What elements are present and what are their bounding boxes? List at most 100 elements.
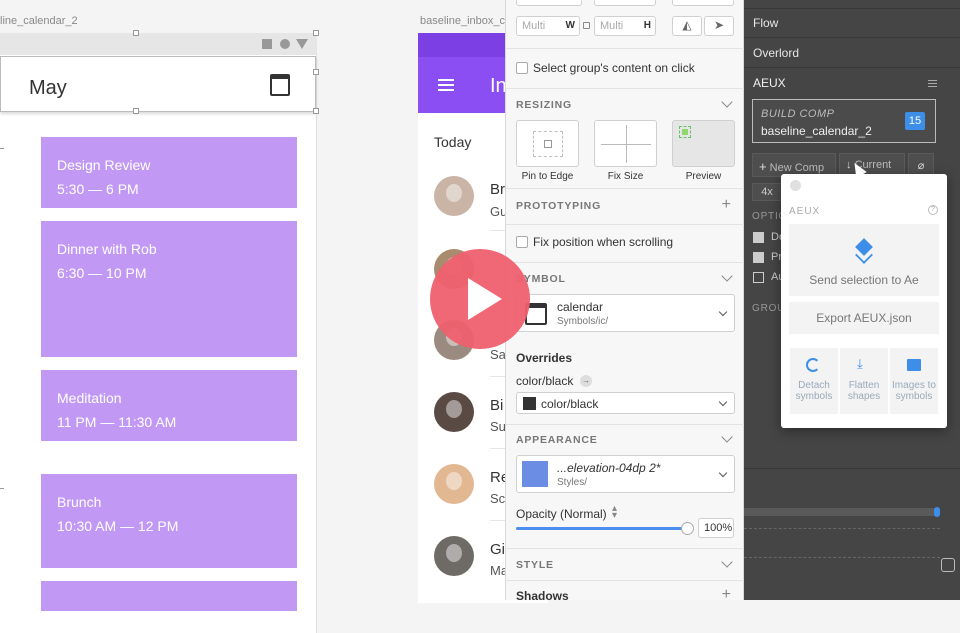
event-card[interactable]: Dinner with Rob 6:30 — 10 PM: [41, 221, 297, 357]
field-partial[interactable]: [516, 0, 582, 6]
send-to-ae-button[interactable]: Send selection to Ae: [789, 224, 939, 296]
opacity-slider-knob[interactable]: [681, 522, 694, 535]
export-json-button[interactable]: Export AEUX.json: [789, 302, 939, 334]
flatten-shapes-button[interactable]: ⤓ Flatten shapes: [840, 348, 888, 414]
height-field[interactable]: Multi H: [594, 16, 656, 36]
action-label: Detach symbols: [795, 380, 833, 402]
crosshair-v-icon: [626, 125, 627, 163]
symbol-select[interactable]: calendar Symbols/ic/: [516, 294, 735, 332]
flatten-icon: ⤓: [857, 356, 863, 371]
event-card[interactable]: Meditation 11 PM — 11:30 AM: [41, 370, 297, 441]
calendar-app-bar[interactable]: May: [0, 56, 316, 112]
resize-option-label: Fix Size: [607, 171, 644, 182]
event-title: Design Review: [57, 157, 151, 173]
play-icon: [468, 278, 502, 320]
chevron-down-icon: [718, 468, 728, 478]
style-name: ...elevation-04dp 2*: [557, 461, 661, 475]
action-label: Flatten shapes: [847, 380, 881, 402]
stamp-icon[interactable]: [941, 558, 955, 572]
flip-vertical-button[interactable]: ➤: [704, 16, 734, 36]
selection-handle[interactable]: [313, 108, 319, 114]
height-value: Multi: [600, 20, 624, 32]
build-comp-box[interactable]: BUILD COMP baseline_calendar_2 15: [752, 99, 936, 143]
plugin-row[interactable]: Overlord: [753, 46, 799, 60]
opacity-slider[interactable]: [516, 522, 694, 535]
square-icon[interactable]: [262, 39, 272, 49]
width-field[interactable]: Multi W: [516, 16, 580, 36]
divider: [744, 37, 960, 38]
timeline-marker[interactable]: [934, 507, 940, 517]
divider: [744, 8, 960, 9]
circle-icon[interactable]: [280, 39, 290, 49]
section-title-prototyping: PROTOTYPING: [516, 200, 602, 212]
menu-icon[interactable]: [928, 80, 937, 81]
select-group-checkbox[interactable]: [516, 62, 528, 74]
send-label: Send selection to Ae: [809, 273, 919, 287]
arrow-right-icon[interactable]: →: [580, 375, 592, 387]
preview-option[interactable]: [672, 120, 735, 167]
overrides-title: Overrides: [516, 351, 573, 365]
opacity-label: Opacity (Normal): [516, 507, 607, 521]
fix-size-option[interactable]: [594, 120, 657, 167]
chevron-down-icon[interactable]: [721, 270, 733, 282]
selection-handle[interactable]: [133, 108, 139, 114]
divider: [506, 262, 745, 263]
list-item-sender: Br: [490, 181, 505, 198]
fix-position-checkbox[interactable]: [516, 236, 528, 248]
selection-handle[interactable]: [313, 30, 319, 36]
divider: [506, 88, 745, 89]
style-select[interactable]: ...elevation-04dp 2* Styles/: [516, 455, 735, 493]
stepper-icon[interactable]: ▴ ▾: [612, 504, 617, 521]
selection-handle[interactable]: [133, 30, 139, 36]
override-label: color/black: [516, 374, 574, 388]
divider: [744, 67, 960, 68]
play-button[interactable]: [430, 249, 530, 349]
divider: [506, 424, 745, 425]
lock-icon[interactable]: [583, 22, 590, 29]
image-icon: [907, 359, 921, 371]
event-time: 10:30 AM — 12 PM: [57, 518, 179, 534]
section-title-resizing: RESIZING: [516, 99, 572, 111]
event-card[interactable]: Brunch 10:30 AM — 12 PM: [41, 474, 297, 568]
pin-to-edge-option[interactable]: [516, 120, 579, 167]
plugin-row[interactable]: Flow: [753, 16, 778, 30]
field-partial[interactable]: [594, 0, 656, 6]
event-card[interactable]: Design Review 5:30 — 6 PM: [41, 137, 297, 208]
plus-icon: +: [759, 159, 767, 174]
avatar: [434, 392, 474, 432]
divider: [506, 580, 745, 581]
plus-icon[interactable]: +: [722, 197, 731, 213]
new-comp-label: New Comp: [769, 162, 825, 174]
calendar-icon[interactable]: [270, 74, 290, 96]
symbol-name: calendar: [557, 300, 604, 314]
selection-handle[interactable]: [313, 69, 319, 75]
images-to-symbols-button[interactable]: Images to symbols: [890, 348, 938, 414]
event-card[interactable]: [41, 581, 297, 611]
scale-select[interactable]: 4x: [752, 183, 782, 201]
option-checkbox[interactable]: [753, 252, 764, 263]
chevron-down-icon[interactable]: [721, 556, 733, 568]
detach-symbols-button[interactable]: Detach symbols: [790, 348, 838, 414]
close-dot-icon[interactable]: [790, 180, 801, 191]
paperclip-icon: ⌀: [917, 160, 925, 172]
fix-position-label: Fix position when scrolling: [533, 235, 674, 249]
option-checkbox[interactable]: [753, 272, 764, 283]
field-partial[interactable]: [672, 0, 734, 6]
triangle-down-icon[interactable]: [296, 39, 308, 49]
color-swatch: [523, 397, 536, 410]
chevron-down-icon[interactable]: [721, 431, 733, 443]
export-label: Export AEUX.json: [816, 311, 912, 325]
menu-icon[interactable]: [438, 79, 454, 81]
chevron-down-icon[interactable]: [721, 96, 733, 108]
override-select[interactable]: color/black: [516, 392, 735, 414]
avatar: [434, 176, 474, 216]
help-icon[interactable]: ?: [928, 205, 938, 215]
flip-horizontal-button[interactable]: ◭: [672, 16, 702, 36]
opacity-input[interactable]: 100%: [698, 518, 734, 538]
option-checkbox[interactable]: [753, 232, 764, 243]
opacity-slider-fill: [516, 527, 688, 530]
divider: [506, 548, 745, 549]
event-time: 6:30 — 10 PM: [57, 265, 147, 281]
event-time: 5:30 — 6 PM: [57, 181, 139, 197]
section-title-style: STYLE: [516, 559, 554, 571]
